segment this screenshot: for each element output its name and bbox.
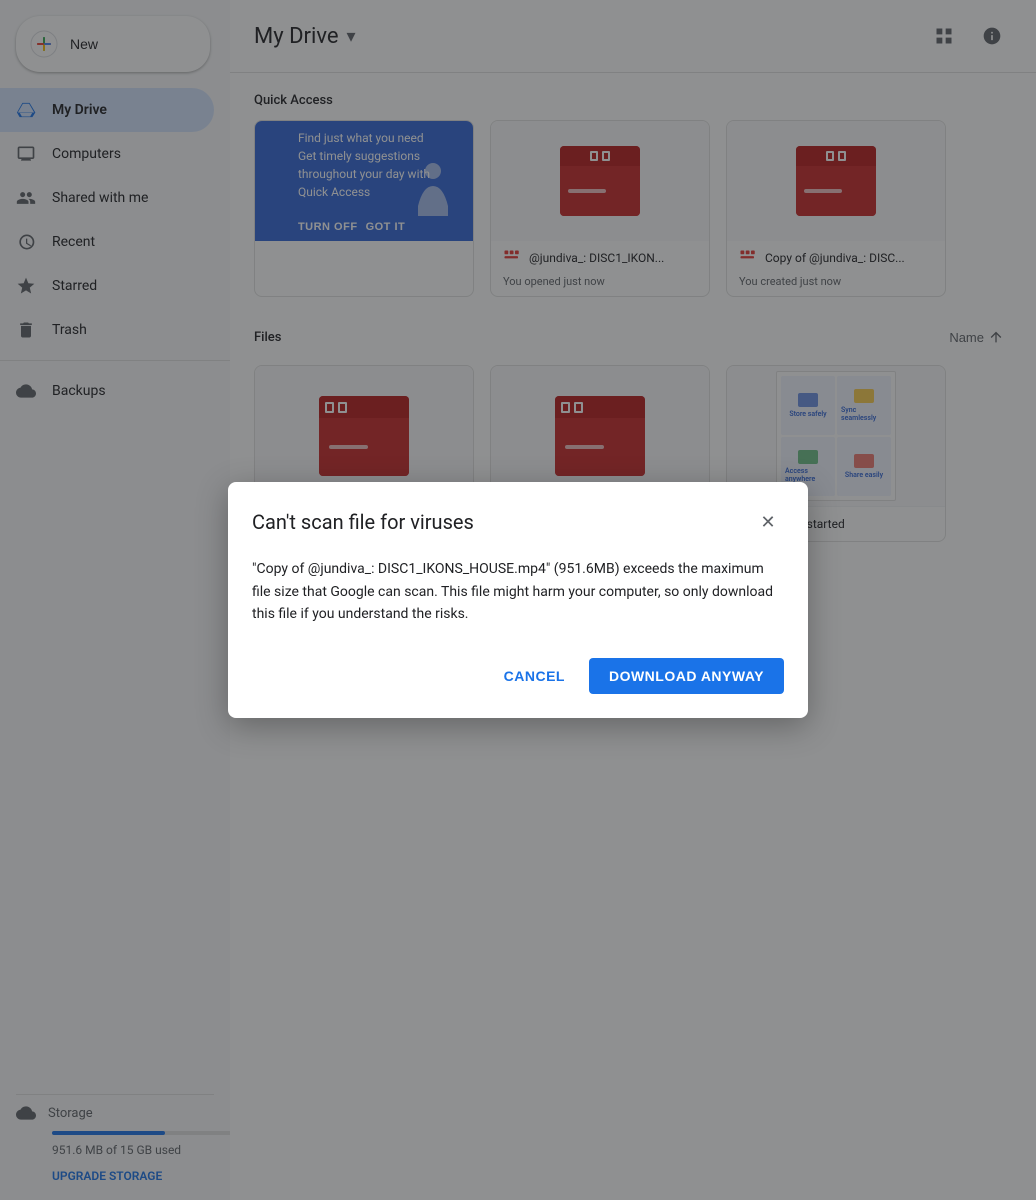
download-anyway-button[interactable]: DOWNLOAD ANYWAY: [589, 658, 784, 694]
modal-overlay: Can't scan file for viruses ✕ "Copy of @…: [0, 0, 1036, 1200]
dialog-title: Can't scan file for viruses: [252, 510, 474, 534]
dialog-body: "Copy of @jundiva_: DISC1_IKONS_HOUSE.mp…: [252, 558, 784, 625]
dialog-header: Can't scan file for viruses ✕: [252, 506, 784, 538]
dialog-actions: CANCEL DOWNLOAD ANYWAY: [252, 658, 784, 694]
dialog-close-button[interactable]: ✕: [752, 506, 784, 538]
virus-scan-dialog: Can't scan file for viruses ✕ "Copy of @…: [228, 482, 808, 717]
cancel-button[interactable]: CANCEL: [488, 658, 581, 694]
